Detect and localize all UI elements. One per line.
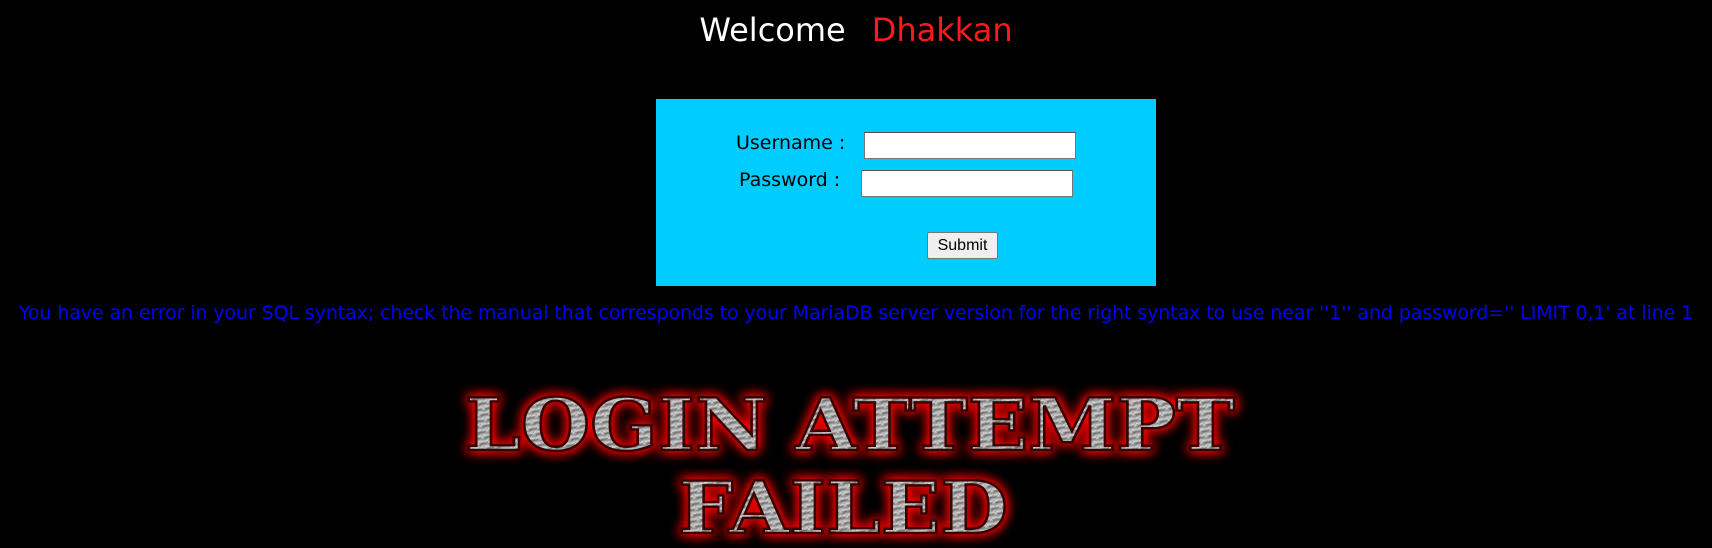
banner-line-1: LOGIN ATTEMPT <box>465 382 1235 467</box>
submit-button[interactable]: Submit <box>927 232 998 259</box>
login-form: Username : Password : Submit <box>656 99 1156 286</box>
username-input[interactable] <box>864 132 1076 159</box>
password-label: Password : <box>739 169 841 191</box>
login-failed-banner: LOGIN ATTEMPT FAILED <box>455 378 1255 548</box>
sql-error-message: You have an error in your SQL syntax; ch… <box>18 302 1694 324</box>
page: Welcome Dhakkan Username : Password : Sub… <box>0 0 1712 548</box>
username-label: Username : <box>736 132 846 154</box>
welcome-header: Welcome Dhakkan <box>0 10 1712 50</box>
password-input[interactable] <box>861 170 1073 197</box>
welcome-label: Welcome <box>699 11 846 49</box>
banner-line-2: FAILED <box>678 465 1008 548</box>
login-failed-banner-graphic: LOGIN ATTEMPT FAILED <box>464 381 1237 548</box>
user-name: Dhakkan <box>871 11 1013 49</box>
